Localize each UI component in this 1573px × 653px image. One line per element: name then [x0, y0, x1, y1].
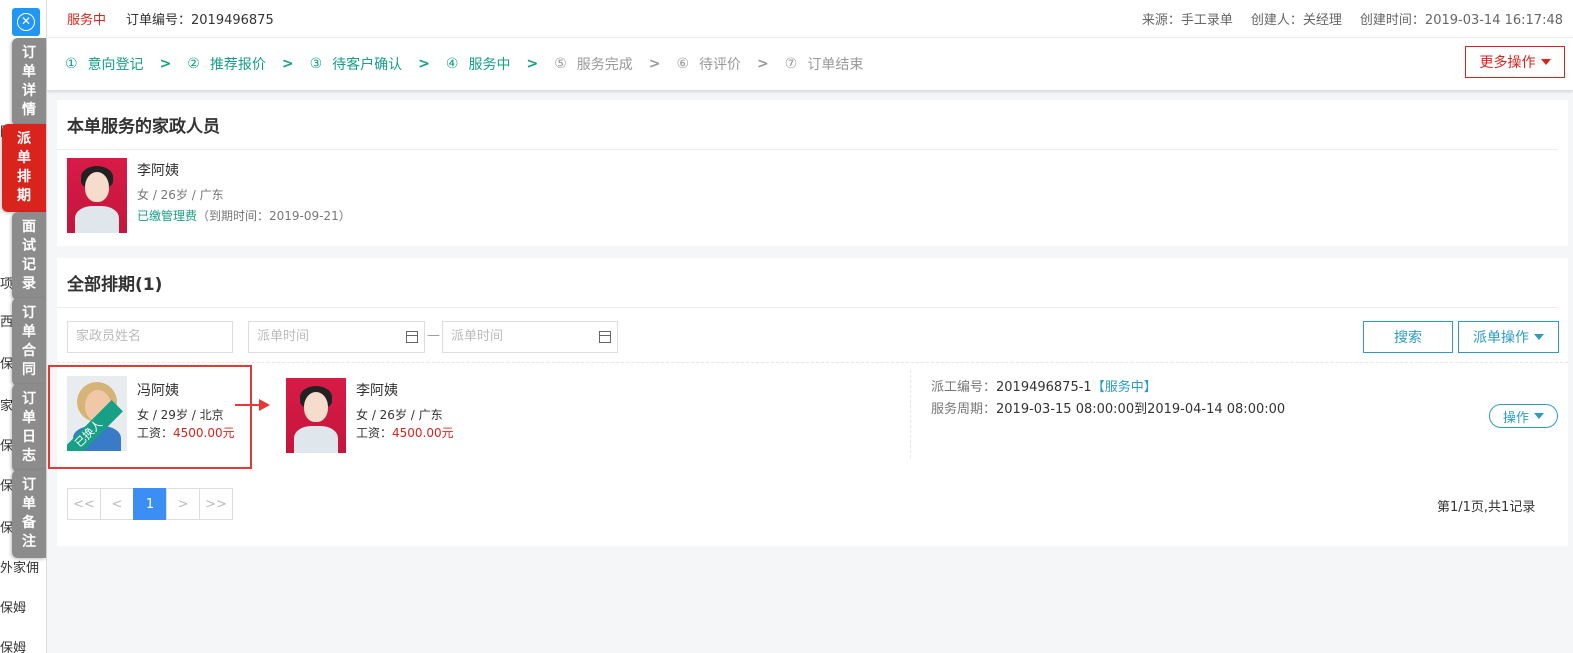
tab-order-log[interactable]: 订单日志	[12, 384, 46, 472]
pagination: << < 1 > >>	[67, 488, 233, 520]
calendar-icon[interactable]	[599, 331, 611, 343]
caret-down-icon	[1534, 413, 1544, 419]
staff-name: 李阿姨	[137, 163, 179, 179]
prev-page-button[interactable]: <	[100, 488, 134, 520]
last-page-button[interactable]: >>	[199, 488, 233, 520]
service-period: 服务周期：2019-03-15 08:00:00到2019-04-14 08:0…	[931, 402, 1286, 417]
tab-interview-records[interactable]: 面试记录	[12, 212, 46, 300]
calendar-icon[interactable]	[406, 331, 418, 343]
dispatch-actions-button[interactable]: 派单操作	[1458, 321, 1559, 353]
next-page-button[interactable]: >	[166, 488, 200, 520]
order-created-time: 创建时间：2019-03-14 16:17:48	[1359, 13, 1563, 28]
fee-status: 已缴管理费	[137, 209, 198, 223]
staff-photo	[67, 158, 127, 233]
new-worker-photo	[286, 378, 346, 453]
chevron-right-icon: >	[281, 56, 294, 72]
staff-card: 本单服务的家政人员 李阿姨 女 / 26岁 / 广东 已缴管理费（到期时间：20…	[57, 100, 1568, 246]
page-summary: 第1/1页,共1记录	[1437, 500, 1536, 515]
order-number: 订单编号：2019496875	[126, 13, 274, 28]
dispatch-start-date-input[interactable]: 派单时间	[248, 321, 425, 353]
step-7: ⑦ 订单结束	[784, 56, 864, 73]
order-creator: 创建人：关经理	[1250, 13, 1342, 28]
divider	[57, 362, 1568, 363]
replaced-worker-name: 冯阿姨	[137, 383, 179, 399]
more-actions-button[interactable]: 更多操作	[1465, 46, 1565, 78]
close-icon: ✕	[17, 13, 35, 31]
page-1-button[interactable]: 1	[133, 488, 167, 520]
list-item[interactable]: 外家佣	[0, 556, 48, 582]
tab-order-details[interactable]: 订单详情	[12, 38, 46, 126]
tab-order-notes[interactable]: 订单备注	[12, 470, 46, 558]
caret-down-icon	[1534, 334, 1544, 340]
order-source: 来源：手工录单	[1141, 13, 1233, 28]
step-3: ③ 待客户确认	[309, 56, 403, 73]
list-item[interactable]: 保姆	[0, 596, 48, 622]
chevron-right-icon: >	[757, 56, 769, 72]
replaced-worker-info: 女 / 29岁 / 北京	[137, 408, 224, 422]
order-status: 服务中	[67, 13, 107, 28]
replaced-worker-salary: 工资：4500.00元	[137, 426, 235, 440]
record-actions-button[interactable]: 操作	[1489, 404, 1558, 428]
dispatch-status: 【服务中】	[1091, 380, 1157, 395]
chevron-right-icon: >	[526, 56, 539, 72]
worker-name-input[interactable]: 家政员姓名	[67, 321, 233, 353]
tab-dispatch-schedule[interactable]: 派单排期	[2, 124, 46, 212]
step-5: ⑤ 服务完成	[554, 56, 633, 73]
step-2: ② 推荐报价	[187, 56, 266, 73]
step-4: ④ 服务中	[445, 56, 511, 73]
caret-down-icon	[1540, 59, 1551, 65]
list-item[interactable]: 保姆	[0, 636, 48, 653]
fee-expire: （到期时间：2019-09-21）	[197, 209, 351, 223]
close-panel-button[interactable]: ✕	[12, 8, 40, 36]
schedule-section-title: 全部排期(1)	[57, 258, 1558, 308]
search-button[interactable]: 搜索	[1363, 321, 1453, 353]
replaced-worker-photo: 已换人	[67, 376, 127, 451]
new-worker-salary: 工资：4500.00元	[356, 426, 454, 440]
new-worker-info: 女 / 26岁 / 广东	[356, 408, 443, 422]
step-6: ⑥ 待评价	[676, 56, 742, 73]
dispatch-number: 派工编号：2019496875-1【服务中】	[931, 380, 1157, 395]
staff-info: 女 / 26岁 / 广东	[137, 188, 224, 202]
date-range-separator: —	[427, 328, 440, 343]
divider	[910, 370, 911, 458]
dispatch-end-date-input[interactable]: 派单时间	[442, 321, 618, 353]
chevron-right-icon: >	[418, 56, 430, 72]
schedule-card: 全部排期(1) 家政员姓名 派单时间 — 派单时间 搜索 派单操作 已换人 冯阿…	[48, 258, 1568, 546]
first-page-button[interactable]: <<	[67, 488, 101, 520]
new-worker-name: 李阿姨	[356, 383, 398, 399]
order-detail-panel: 服务中 订单编号：2019496875 来源：手工录单 创建人：关经理 创建时间…	[46, 0, 1573, 653]
order-header: 服务中 订单编号：2019496875 来源：手工录单 创建人：关经理 创建时间…	[47, 0, 1573, 38]
tab-order-contract[interactable]: 订单合同	[12, 298, 46, 386]
chevron-right-icon: >	[648, 56, 661, 72]
arrow-right-icon	[235, 399, 270, 411]
progress-steps: ① 意向登记 > ② 推荐报价 > ③ 待客户确认 > ④ 服务中 > ⑤ 服务完成 > …	[47, 38, 1573, 90]
fee-status-line: 已缴管理费（到期时间：2019-09-21）	[137, 207, 351, 224]
step-1: ① 意向登记	[65, 56, 144, 73]
staff-section-title: 本单服务的家政人员	[57, 100, 1558, 150]
chevron-right-icon: >	[159, 56, 172, 72]
